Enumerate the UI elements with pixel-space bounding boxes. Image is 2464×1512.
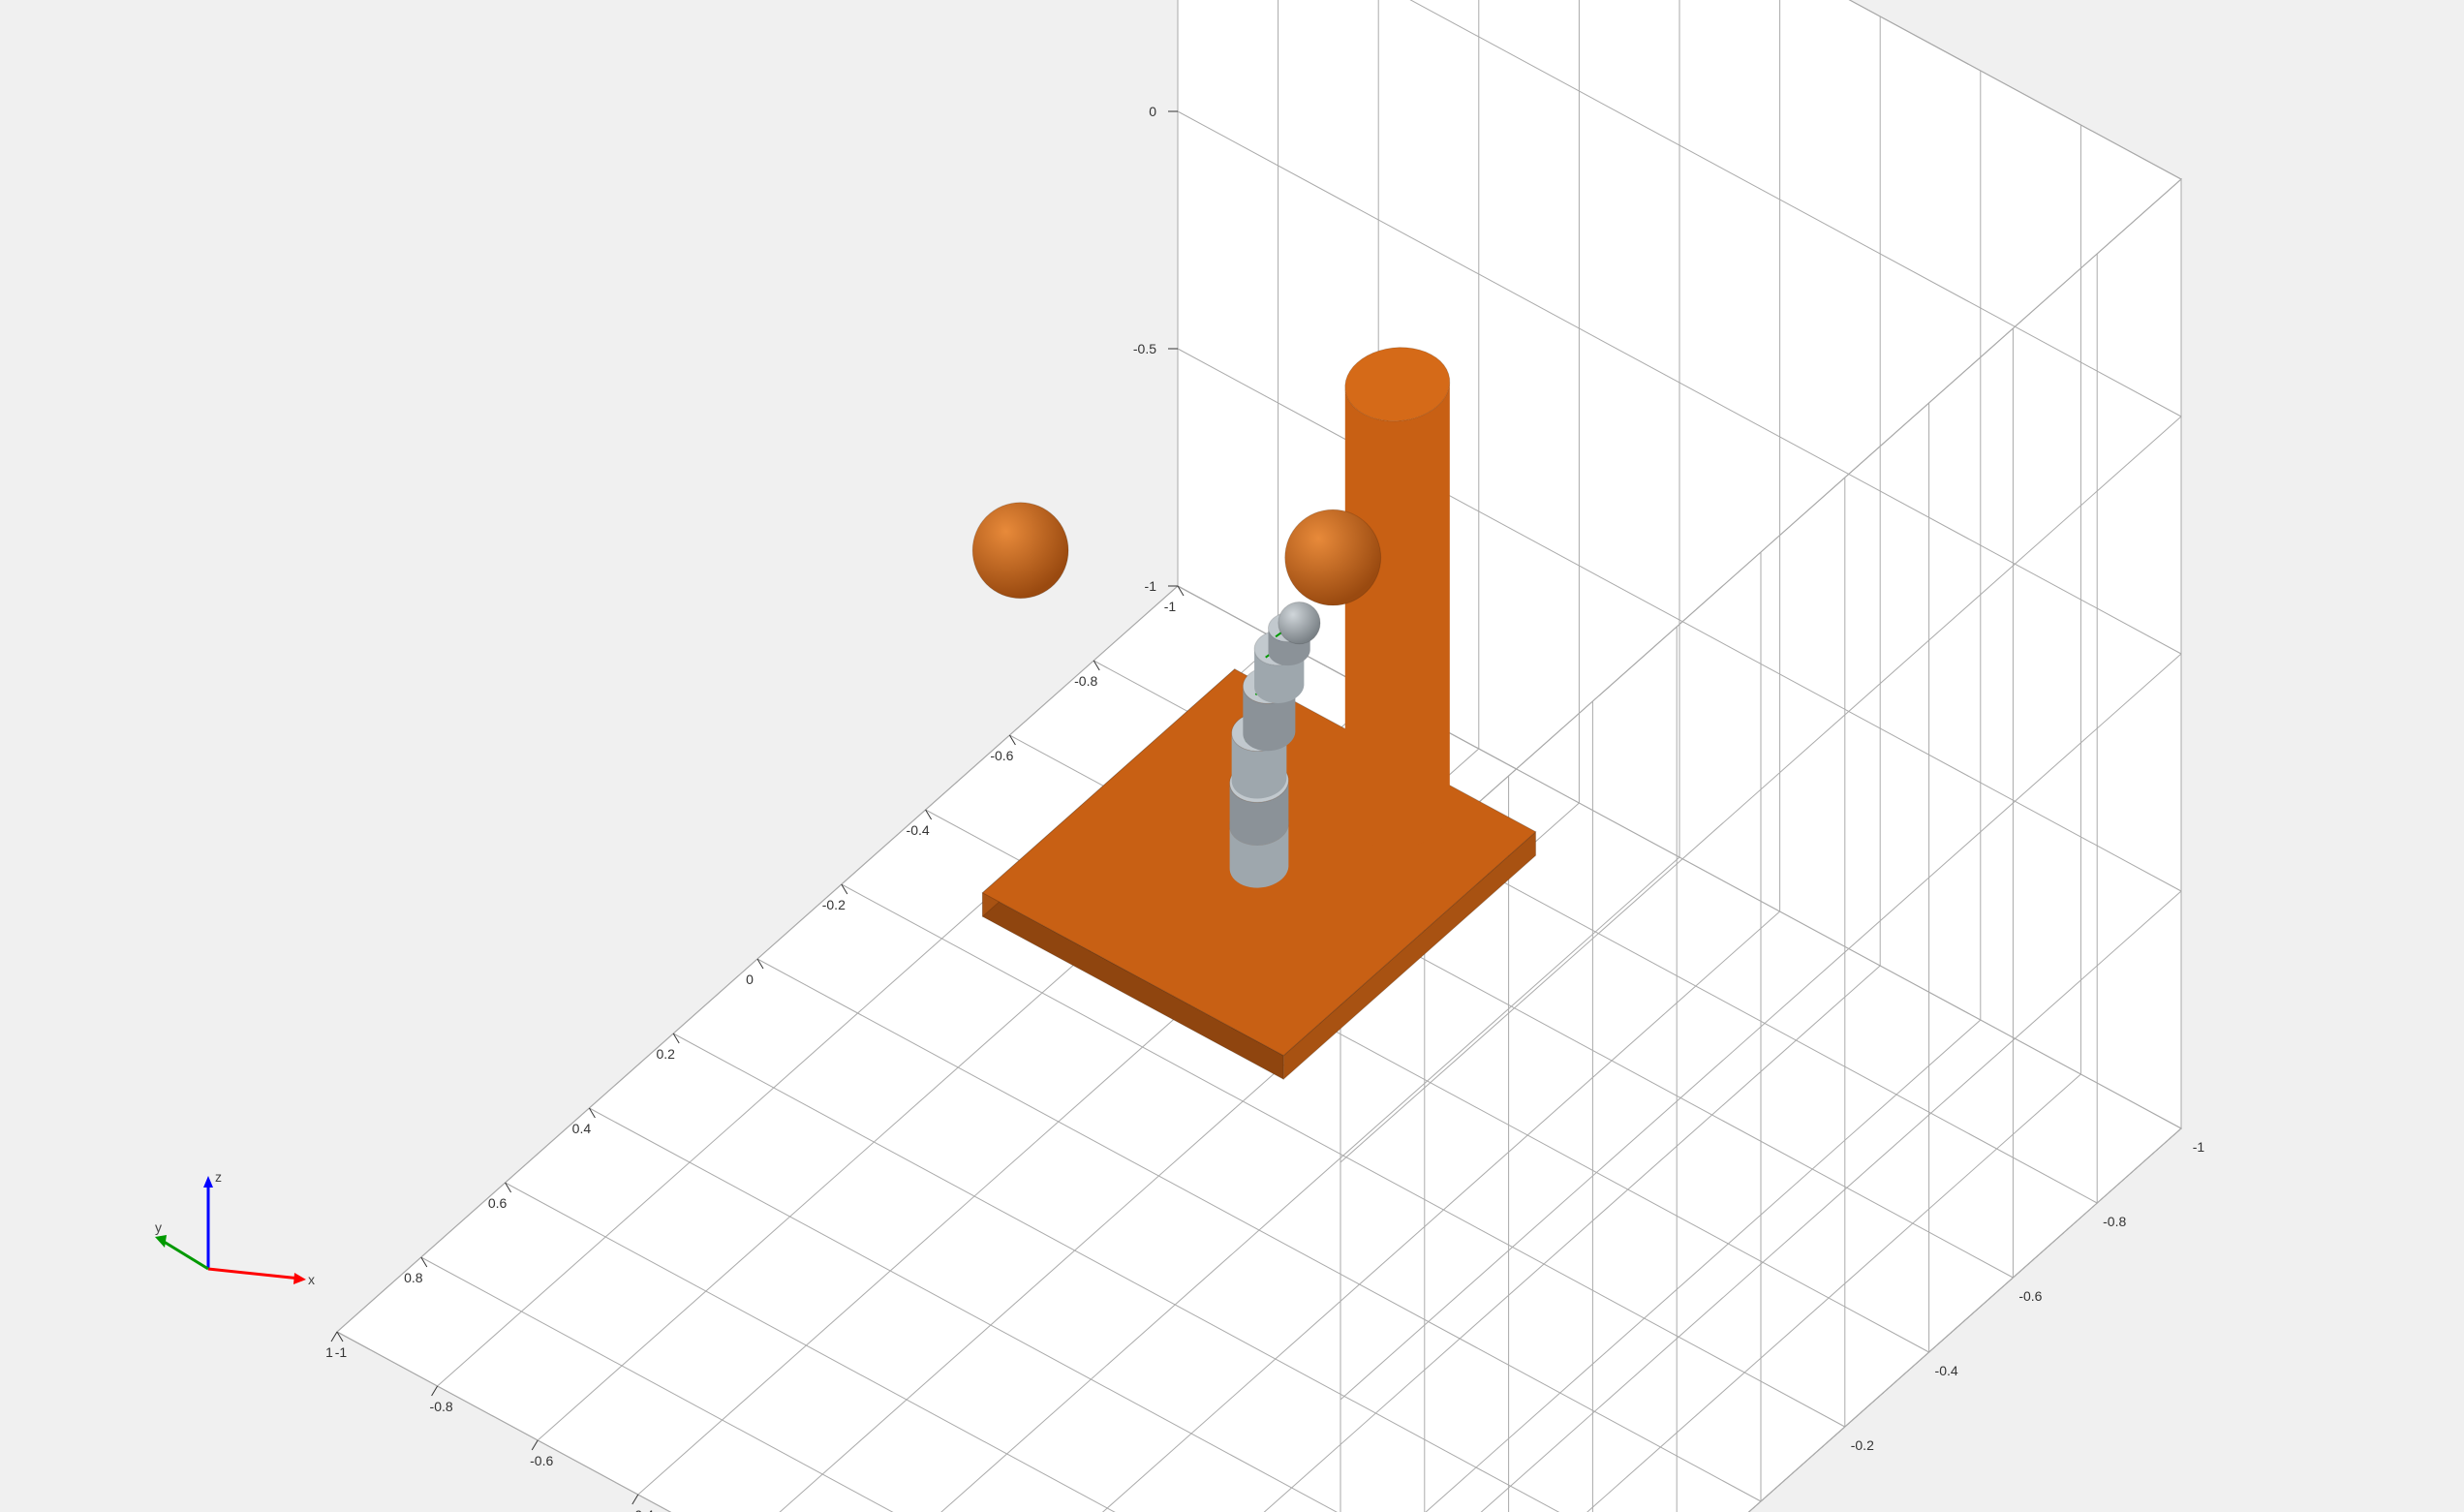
svg-text:-1: -1 (1145, 578, 1157, 594)
svg-text:-1: -1 (1164, 599, 1177, 614)
svg-text:-0.2: -0.2 (822, 897, 846, 912)
svg-text:1: 1 (325, 1344, 333, 1360)
svg-text:-0.6: -0.6 (990, 748, 1013, 763)
svg-text:-0.6: -0.6 (2018, 1288, 2042, 1304)
svg-text:-0.4: -0.4 (907, 822, 930, 838)
svg-text:-0.8: -0.8 (1074, 673, 1097, 689)
svg-text:0.8: 0.8 (404, 1270, 423, 1285)
svg-text:0: 0 (746, 972, 754, 987)
svg-text:0.2: 0.2 (656, 1046, 675, 1062)
x-axis-label: x (308, 1272, 315, 1287)
orientation-triad: z x y (155, 1143, 349, 1337)
svg-text:-0.8: -0.8 (2103, 1214, 2126, 1229)
svg-text:-0.5: -0.5 (1133, 341, 1156, 356)
svg-text:-0.4: -0.4 (1935, 1363, 1958, 1378)
y-axis-label: y (155, 1219, 162, 1235)
svg-text:-0.8: -0.8 (430, 1399, 453, 1414)
svg-text:0: 0 (1149, 104, 1156, 119)
z-axis-label: z (215, 1169, 222, 1185)
viewport-3d[interactable]: -1-0.500.51-1-0.8-0.6-0.4-0.200.20.40.60… (0, 0, 2464, 1512)
svg-text:0.6: 0.6 (488, 1195, 508, 1211)
svg-text:-0.6: -0.6 (530, 1453, 553, 1468)
svg-text:-0.2: -0.2 (1851, 1437, 1874, 1453)
svg-text:-0.4: -0.4 (631, 1507, 654, 1512)
scene-svg[interactable]: -1-0.500.51-1-0.8-0.6-0.4-0.200.20.40.60… (0, 0, 2464, 1512)
svg-text:0.4: 0.4 (572, 1121, 592, 1136)
svg-text:-1: -1 (2193, 1139, 2205, 1155)
svg-text:-1: -1 (335, 1344, 348, 1360)
